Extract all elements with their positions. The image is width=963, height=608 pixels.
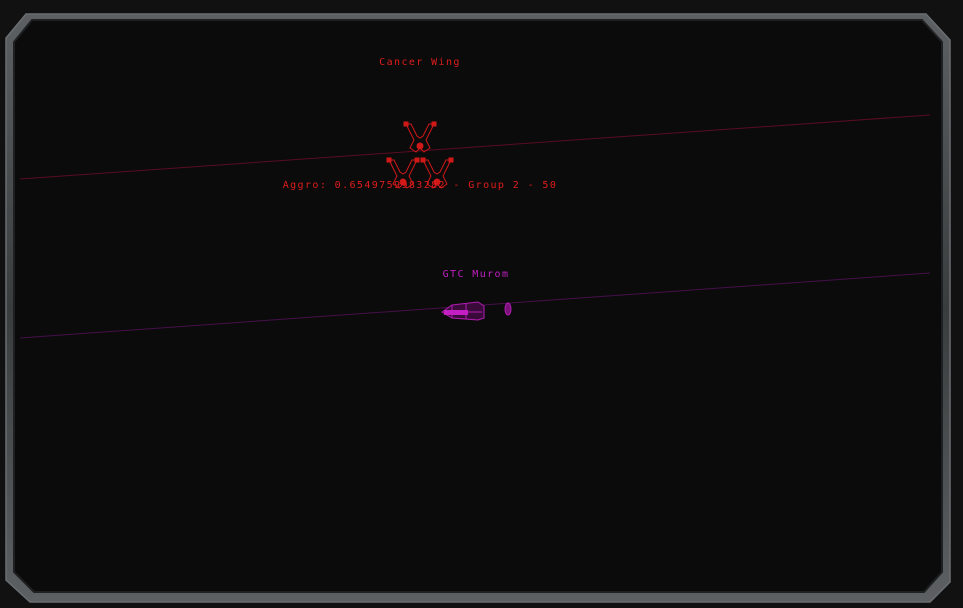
hostile-status-text: Aggro: 0.6549759983282 - Group 2 - 50 xyxy=(282,180,558,191)
tactical-scene xyxy=(19,114,931,339)
hostile-fighter-icon[interactable] xyxy=(386,121,454,189)
capital-ship-icon[interactable] xyxy=(441,301,512,321)
friendly-ship-name: GTC Murom xyxy=(442,269,510,280)
radar-view[interactable]: Cancer Wing Aggro: 0.6549759983282 - Gro… xyxy=(0,0,963,608)
hostile-group-name: Cancer Wing xyxy=(379,57,461,68)
hostile-orbit-line xyxy=(19,114,931,180)
